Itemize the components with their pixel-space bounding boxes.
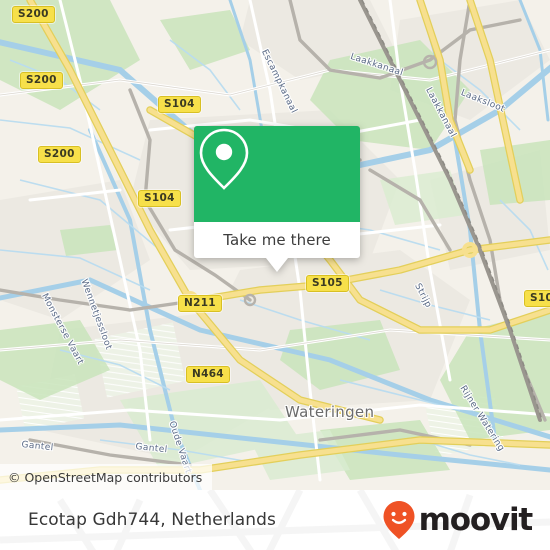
road-shield-n211[interactable]: N211 (178, 295, 222, 312)
page-footer: Ecotap Gdh744, Netherlands moovit (0, 490, 550, 550)
attribution-text: © OpenStreetMap contributors (8, 469, 203, 485)
road-shield-s200-b[interactable]: S200 (20, 72, 63, 89)
moovit-smiley-pin-icon (383, 501, 415, 539)
map-pin-icon (199, 128, 249, 190)
road-shield-s10-edge[interactable]: S10 (524, 290, 550, 307)
road-shield-s200-c[interactable]: S200 (38, 146, 81, 163)
moovit-location-card-screenshot: Wateringen Escampkanaal Laakkanaal Laakk… (0, 0, 550, 550)
map-canvas[interactable]: Wateringen Escampkanaal Laakkanaal Laakk… (0, 0, 550, 490)
road-shield-s104-b[interactable]: S104 (138, 190, 181, 207)
road-shield-s104-a[interactable]: S104 (158, 96, 201, 113)
location-popup-card[interactable]: Take me there (194, 126, 360, 272)
road-shield-n464[interactable]: N464 (186, 366, 230, 383)
location-title: Ecotap Gdh744, Netherlands (28, 510, 276, 530)
location-popup-footer[interactable]: Take me there (194, 222, 360, 258)
popup-pointer-tail (266, 258, 288, 272)
road-shield-s105[interactable]: S105 (306, 275, 349, 292)
location-popup-header (194, 126, 360, 222)
moovit-wordmark: moovit (418, 502, 534, 538)
take-me-there-label: Take me there (223, 231, 331, 249)
road-shield-s200-a[interactable]: S200 (12, 6, 55, 23)
moovit-brand-logo[interactable]: moovit (382, 490, 534, 550)
map-attribution[interactable]: © OpenStreetMap contributors (0, 464, 213, 490)
